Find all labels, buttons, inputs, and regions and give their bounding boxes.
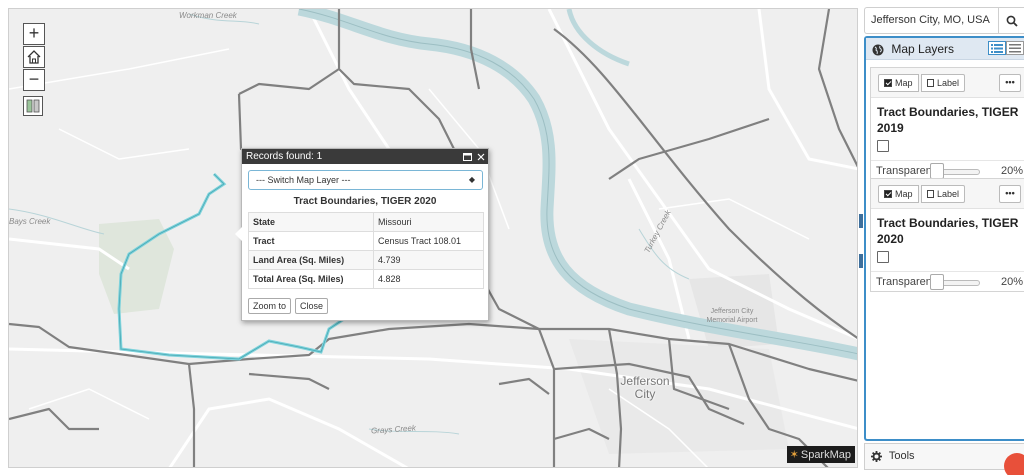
search-button[interactable] (998, 8, 1024, 33)
checked-icon (884, 190, 892, 198)
app-root: Workman Creek Bays Creek Grays Creek Tur… (0, 0, 1024, 475)
view-toggle (988, 41, 1024, 55)
table-row: State Missouri (248, 212, 484, 232)
compact-list-icon (1009, 43, 1021, 52)
attr-value: 4.828 (373, 269, 484, 289)
records-found-text: Records found: 1 (246, 151, 323, 162)
label-airport: Jefferson City Memorial Airport (706, 308, 758, 324)
transparency-row: Transparency 20% (871, 271, 1024, 291)
popup-layer-title: Tract Boundaries, TIGER 2020 (293, 196, 437, 207)
unchecked-icon (927, 190, 934, 198)
label-workman-creek: Workman Creek (179, 11, 237, 20)
transparency-slider-handle[interactable] (930, 274, 944, 290)
layer-card-toolbar: Map Label ••• (871, 68, 1024, 98)
brand-text: SparkMap (800, 448, 851, 461)
popup-pointer (235, 227, 242, 241)
zoom-to-button[interactable]: Zoom to (248, 298, 292, 314)
layer-legend-checkbox[interactable] (877, 140, 889, 152)
home-button[interactable] (23, 46, 45, 68)
label-bays-creek: Bays Creek (9, 217, 51, 226)
select-caret-icon: ◆ (468, 175, 475, 184)
checked-icon (884, 79, 892, 87)
attr-value: Census Tract 108.01 (373, 231, 484, 251)
basemap-toggle-button[interactable] (23, 96, 43, 116)
table-row: Total Area (Sq. Miles) 4.828 (248, 269, 484, 289)
zoom-in-button[interactable]: + (23, 23, 45, 45)
layer-name: Tract Boundaries, TIGER 2020 (877, 216, 1019, 246)
search-icon (1006, 15, 1018, 27)
tools-button[interactable]: Tools (864, 443, 1024, 475)
unchecked-icon (927, 79, 934, 87)
layer-card-toolbar: Map Label ••• (871, 179, 1024, 209)
table-row: Tract Census Tract 108.01 (248, 231, 484, 251)
layer-card: Map Label ••• Tract Boundaries, TIGER 20… (870, 67, 1024, 181)
label-toggle-label: Label (936, 189, 959, 199)
star-icon: ✶ (789, 449, 799, 461)
help-chat-icon[interactable] (1004, 453, 1024, 475)
tools-label: Tools (888, 450, 915, 462)
side-panel: Jefferson City, MO, USA Map Layers Map L… (864, 0, 1024, 475)
gear-icon (871, 450, 882, 462)
layers-icon (26, 99, 40, 113)
attr-key: State (248, 212, 374, 232)
layer-card: Map Label ••• Tract Boundaries, TIGER 20… (870, 178, 1024, 292)
map-layers-title: Map Layers (891, 42, 955, 56)
transparency-row: Transparency 20% (871, 160, 1024, 180)
map-layers-header: Map Layers (866, 38, 1024, 60)
map-toggle-label: Map (895, 78, 913, 88)
attribute-table: State Missouri Tract Census Tract 108.01… (248, 212, 484, 289)
popup-actions: Zoom to Close (248, 298, 488, 314)
label-toggle[interactable]: Label (921, 74, 965, 92)
attr-key: Land Area (Sq. Miles) (248, 250, 374, 270)
sparkmap-logo[interactable]: ✶ SparkMap (786, 446, 855, 463)
switch-layer-value: --- Switch Map Layer --- (256, 175, 351, 185)
map-toggle[interactable]: Map (878, 185, 919, 203)
switch-layer-select[interactable]: --- Switch Map Layer --- ◆ (248, 170, 483, 190)
compact-view-button[interactable] (1006, 41, 1024, 55)
detail-view-button[interactable] (988, 41, 1006, 55)
attr-key: Total Area (Sq. Miles) (248, 269, 374, 289)
search-input[interactable]: Jefferson City, MO, USA (871, 8, 990, 33)
map-toggle-label: Map (895, 189, 913, 199)
map-layers-panel: Map Layers Map Label ••• Tract Boundarie… (864, 36, 1024, 441)
panel-handle-bottom[interactable] (859, 254, 863, 268)
transparency-value: 20% (1000, 276, 1023, 288)
location-search: Jefferson City, MO, USA (864, 7, 1024, 34)
attr-value: 4.739 (373, 250, 484, 270)
label-toggle[interactable]: Label (921, 185, 965, 203)
attr-value: Missouri (373, 212, 484, 232)
map-toggle[interactable]: Map (878, 74, 919, 92)
popup-header: Records found: 1 (242, 149, 488, 164)
label-city: Jefferson City (620, 374, 670, 401)
zoom-out-button[interactable]: − (23, 69, 45, 91)
maximize-icon[interactable] (463, 152, 472, 161)
layer-name: Tract Boundaries, TIGER 2019 (877, 105, 1019, 135)
globe-icon (872, 44, 884, 56)
close-icon[interactable] (477, 153, 485, 161)
table-row: Land Area (Sq. Miles) 4.739 (248, 250, 484, 270)
close-button[interactable]: Close (295, 298, 329, 314)
transparency-slider-handle[interactable] (930, 163, 944, 179)
panel-handle-top[interactable] (859, 214, 863, 228)
attr-key: Tract (248, 231, 374, 251)
detail-list-icon (991, 43, 1003, 53)
layer-options-button[interactable]: ••• (999, 185, 1021, 203)
layer-legend-checkbox[interactable] (877, 251, 889, 263)
identify-popup: Records found: 1 --- Switch Map Layer --… (235, 148, 489, 321)
label-toggle-label: Label (936, 78, 959, 88)
layer-options-button[interactable]: ••• (999, 74, 1021, 92)
home-icon (27, 50, 41, 64)
transparency-value: 20% (1000, 165, 1023, 177)
